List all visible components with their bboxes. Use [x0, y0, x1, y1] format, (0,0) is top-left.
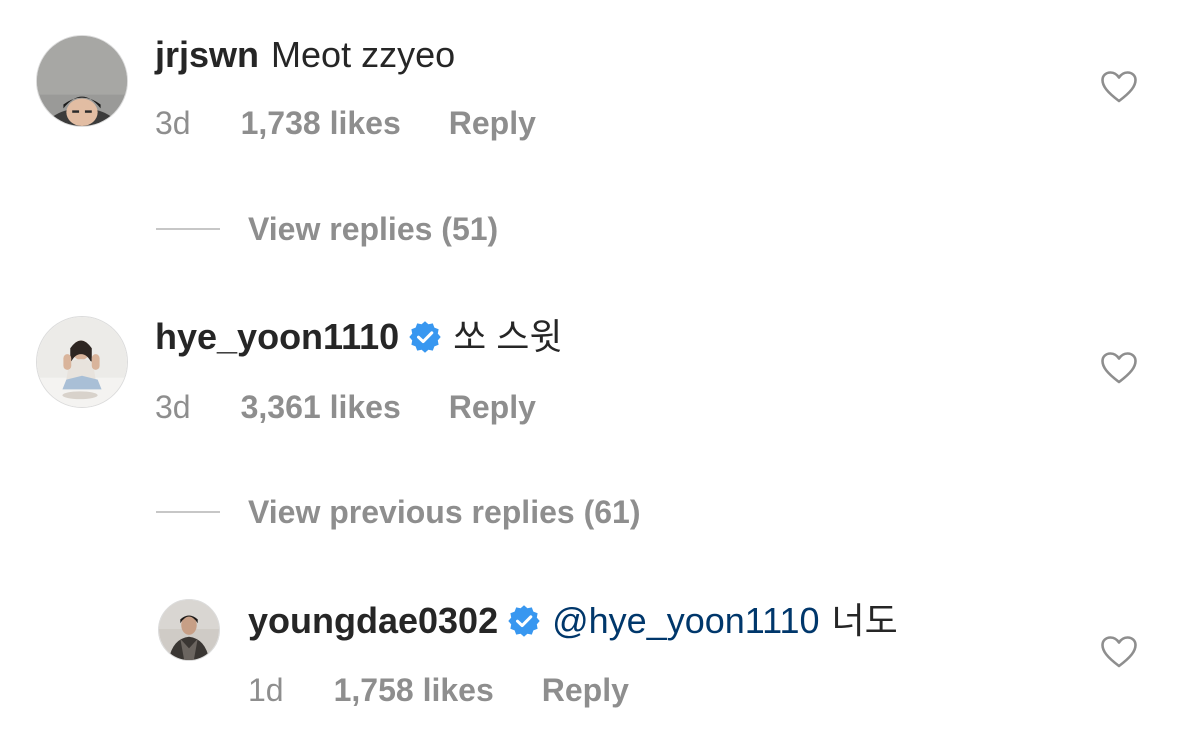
heart-outline-icon: [1101, 636, 1137, 668]
username[interactable]: youngdae0302: [248, 599, 498, 643]
view-replies-label: View previous replies (61): [248, 494, 641, 530]
comments-screen: jrjswn Meot zzyeo 3d 1,738 likes Reply Vie…: [0, 0, 1200, 731]
heart-outline-icon: [1101, 352, 1137, 384]
username[interactable]: hye_yoon1110: [155, 315, 399, 359]
mention-link[interactable]: @hye_yoon1110: [552, 599, 819, 643]
timestamp: 3d: [155, 105, 191, 141]
like-button[interactable]: [1101, 636, 1137, 668]
likes-count[interactable]: 1,758 likes: [334, 670, 494, 710]
view-previous-replies-button[interactable]: View previous replies (61): [156, 492, 640, 532]
like-button[interactable]: [1101, 71, 1137, 103]
divider-line: [156, 511, 220, 513]
reply-text-line: youngdae0302 @hye_yoon1110 너도: [248, 599, 898, 643]
username[interactable]: jrjswn: [155, 33, 259, 77]
avatar[interactable]: [36, 316, 128, 408]
comment-meta: 3d 3,361 likes Reply: [155, 387, 536, 427]
divider-line: [156, 228, 220, 230]
likes-count[interactable]: 1,738 likes: [241, 103, 401, 143]
heart-outline-icon: [1101, 71, 1137, 103]
likes-count[interactable]: 3,361 likes: [241, 387, 401, 427]
comment-text: 쏘 스윗: [453, 316, 563, 357]
reply-meta: 1d 1,758 likes Reply: [248, 670, 629, 710]
view-replies-label: View replies (51): [248, 211, 499, 247]
timestamp: 3d: [155, 389, 191, 425]
comment-text: Meot zzyeo: [271, 34, 456, 75]
view-replies-button[interactable]: View replies (51): [156, 209, 498, 249]
comment-text: 너도: [831, 600, 898, 641]
comment-text-line: hye_yoon1110 쏘 스윗: [155, 315, 563, 359]
reply-button[interactable]: Reply: [449, 387, 536, 427]
reply-button[interactable]: Reply: [542, 670, 629, 710]
verified-badge-icon: [409, 321, 441, 353]
comment-text-line: jrjswn Meot zzyeo: [155, 33, 455, 77]
reply-button[interactable]: Reply: [449, 103, 536, 143]
like-button[interactable]: [1101, 352, 1137, 384]
comment-meta: 3d 1,738 likes Reply: [155, 103, 536, 143]
avatar[interactable]: [36, 35, 128, 127]
timestamp: 1d: [248, 672, 284, 708]
verified-badge-icon: [508, 605, 540, 637]
avatar[interactable]: [158, 599, 220, 661]
